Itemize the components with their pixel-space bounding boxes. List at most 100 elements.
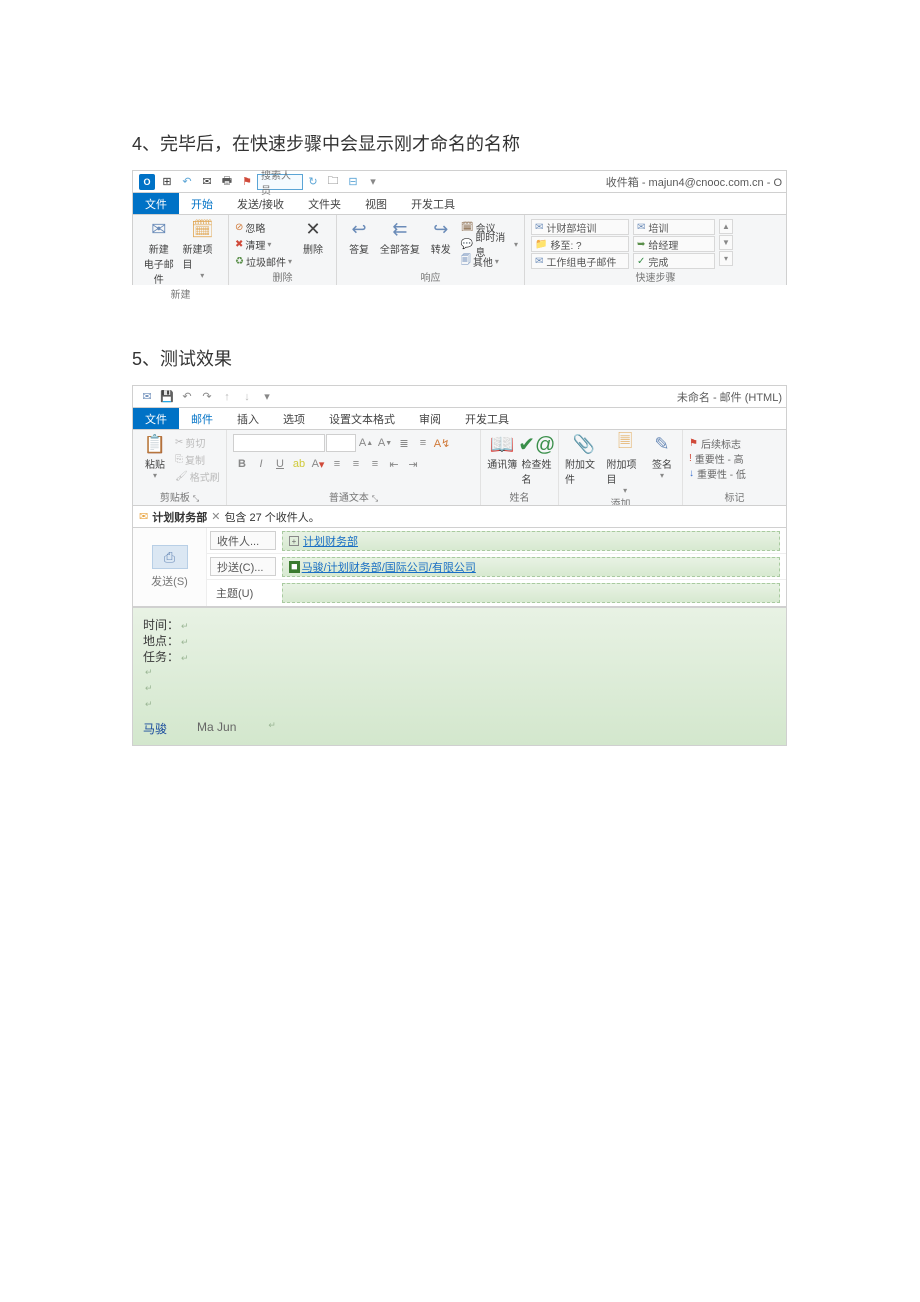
undo-icon[interactable]: ↶: [178, 388, 196, 406]
align-center-button[interactable]: ≡: [347, 455, 365, 473]
attach-item-button[interactable]: 🗏附加项目▾: [606, 432, 643, 495]
send-button[interactable]: ⎙ 发送(S): [133, 528, 207, 606]
attach-item-icon: 🗏: [611, 432, 639, 456]
qat-refresh-icon[interactable]: ↻: [304, 173, 322, 191]
to-field[interactable]: + 计划财务部: [282, 531, 780, 551]
subject-field[interactable]: [282, 583, 780, 603]
forward-button[interactable]: ↪转发: [425, 217, 457, 256]
reply-button[interactable]: ↩答复: [343, 217, 375, 256]
format-painter-button[interactable]: 🖌格式刷: [175, 468, 220, 484]
follow-up-button[interactable]: ⚑后续标志: [689, 436, 741, 451]
tab-home[interactable]: 开始: [179, 193, 225, 214]
quickstep-item[interactable]: ✉计财部培训: [531, 219, 629, 235]
quickstep-spinner[interactable]: ▲▼▾: [719, 217, 733, 266]
importance-low-button[interactable]: ↓重要性 - 低: [689, 466, 746, 481]
compose-window-title: 未命名 - 邮件 (HTML): [677, 389, 782, 405]
tab-insert[interactable]: 插入: [225, 408, 271, 429]
cleanup-icon: ✖: [235, 239, 243, 250]
compose-ribbon: 📋 粘贴▾ ✂剪切 ⎘复制 🖌格式刷 剪贴板 ⤡: [133, 430, 786, 506]
tab-view[interactable]: 视图: [353, 193, 399, 214]
expand-group-icon[interactable]: +: [289, 536, 299, 546]
align-left-button[interactable]: ≡: [328, 455, 346, 473]
paste-button[interactable]: 📋 粘贴▾: [139, 432, 171, 480]
junk-button[interactable]: ♻垃圾邮件▾: [235, 253, 292, 269]
bold-button[interactable]: B: [233, 455, 251, 473]
copy-button[interactable]: ⎘复制: [175, 451, 220, 467]
cc-recipient-link[interactable]: 马骏/计划财务部/国际公司/有限公司: [302, 559, 476, 575]
info-remove-icon[interactable]: ✕: [211, 510, 220, 523]
importance-high-button[interactable]: !重要性 - 高: [689, 451, 744, 466]
forward-icon: ↪: [427, 217, 455, 241]
align-right-button[interactable]: ≡: [366, 455, 384, 473]
qat-undo-icon[interactable]: ↶: [178, 173, 196, 191]
attach-file-button[interactable]: 📎附加文件: [565, 432, 602, 486]
shrink-font-button[interactable]: A▼: [376, 434, 394, 452]
signature-button[interactable]: ✎签名▾: [648, 432, 676, 480]
indent-button[interactable]: ⇥: [404, 455, 422, 473]
im-icon: 💬: [461, 239, 473, 250]
redo-icon[interactable]: ↷: [198, 388, 216, 406]
qat-print-icon[interactable]: 🖶: [218, 173, 236, 191]
qat-ruler-icon[interactable]: ⊟: [344, 173, 362, 191]
qat-flag-icon[interactable]: ⚑: [238, 173, 256, 191]
tab-developer[interactable]: 开发工具: [399, 193, 467, 214]
qat-customize-icon[interactable]: ▾: [258, 388, 276, 406]
qat-touch-icon[interactable]: ⊞: [158, 173, 176, 191]
delete-button[interactable]: ✕ 删除: [296, 217, 330, 256]
grow-font-button[interactable]: A▲: [357, 434, 375, 452]
tab-format-text[interactable]: 设置文本格式: [317, 408, 407, 429]
qat-folder-icon[interactable]: 🗀: [324, 173, 342, 191]
compose-titlebar: ✉ 💾 ↶ ↷ ↑ ↓ ▾ 未命名 - 邮件 (HTML): [133, 386, 786, 408]
numbering-button[interactable]: ≡: [414, 434, 432, 452]
signature-chinese: 马骏: [143, 720, 167, 737]
qat-customize-icon[interactable]: ▾: [364, 173, 382, 191]
quickstep-item[interactable]: ✓完成: [633, 253, 715, 269]
qat-search-people[interactable]: 搜索人员: [257, 174, 303, 190]
font-select[interactable]: [233, 434, 325, 452]
cc-button[interactable]: 抄送(C)...: [210, 557, 276, 576]
address-book-button[interactable]: 📖通讯簿: [487, 432, 518, 471]
cleanup-button[interactable]: ✖清理▾: [235, 236, 292, 252]
qat-mail-icon[interactable]: ✉: [198, 173, 216, 191]
highlight-button[interactable]: ab: [290, 455, 308, 473]
tab-message[interactable]: 邮件: [179, 408, 225, 429]
check-names-button[interactable]: ✔@检查姓名: [522, 432, 553, 486]
clear-format-button[interactable]: A↯: [433, 434, 451, 452]
next-icon[interactable]: ↓: [238, 388, 256, 406]
underline-button[interactable]: U: [271, 455, 289, 473]
save-icon[interactable]: 💾: [158, 388, 176, 406]
group-label-clipboard: 剪贴板 ⤡: [139, 489, 220, 505]
im-button[interactable]: 💬即时消息▾: [461, 236, 518, 252]
prev-icon[interactable]: ↑: [218, 388, 236, 406]
tab-review[interactable]: 审阅: [407, 408, 453, 429]
quickstep-item[interactable]: ✉培训: [633, 219, 715, 235]
outdent-button[interactable]: ⇤: [385, 455, 403, 473]
new-item-button[interactable]: 🗓 新建项目 ▾: [183, 217, 223, 280]
tab-send-receive[interactable]: 发送/接收: [225, 193, 296, 214]
quickstep-item[interactable]: 📁移至: ?: [531, 236, 629, 252]
cc-field[interactable]: ■ 马骏/计划财务部/国际公司/有限公司: [282, 557, 780, 577]
bullets-button[interactable]: ≣: [395, 434, 413, 452]
paragraph-mark-icon: ↵: [181, 621, 189, 631]
quickstep-item[interactable]: ➥给经理: [633, 236, 715, 252]
to-recipient-link[interactable]: 计划财务部: [303, 533, 358, 549]
tab-developer[interactable]: 开发工具: [453, 408, 521, 429]
font-size-select[interactable]: [326, 434, 356, 452]
quickstep-item[interactable]: ✉工作组电子邮件: [531, 253, 629, 269]
to-button[interactable]: 收件人...: [210, 531, 276, 550]
cut-button[interactable]: ✂剪切: [175, 434, 220, 450]
ignore-button[interactable]: ⊘忽略: [235, 219, 292, 235]
message-body[interactable]: 时间：↵ 地点：↵ 任务：↵ ↵ ↵ ↵ 马骏 Ma Jun ↵: [133, 607, 786, 745]
other-button[interactable]: 🗐其他▾: [461, 253, 518, 269]
tab-folder[interactable]: 文件夹: [296, 193, 353, 214]
tab-file[interactable]: 文件: [133, 408, 179, 429]
folder-move-icon: 📁: [535, 239, 547, 250]
font-color-button[interactable]: A▾: [309, 455, 327, 473]
reply-all-button[interactable]: ⇇全部答复: [379, 217, 421, 256]
new-email-button[interactable]: ✉ 新建 电子邮件: [139, 217, 179, 286]
main-window-title: 收件箱 - majun4@cnooc.com.cn - O: [606, 174, 782, 190]
mail-icon: ✉: [637, 222, 645, 233]
italic-button[interactable]: I: [252, 455, 270, 473]
tab-file[interactable]: 文件: [133, 193, 179, 214]
tab-options[interactable]: 选项: [271, 408, 317, 429]
